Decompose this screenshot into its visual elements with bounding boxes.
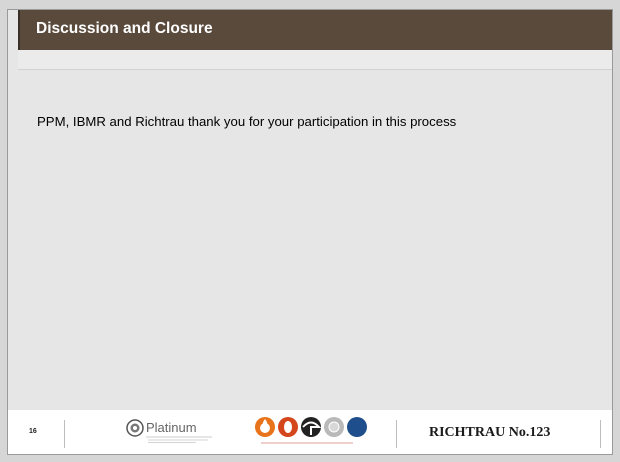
platinum-logo-text: Platinum [146, 420, 197, 435]
slide: Discussion and Closure PPM, IBMR and Ric… [7, 9, 613, 455]
platinum-group-logo-icon: Platinum [126, 419, 212, 443]
body-text: PPM, IBMR and Richtrau thank you for you… [37, 114, 457, 129]
footer-divider [396, 420, 397, 448]
title-separator [18, 50, 612, 70]
title-bar: Discussion and Closure [18, 10, 612, 50]
footer-divider [600, 420, 601, 448]
footer: 16 Platinum RICHTRAU No.123 [8, 410, 612, 454]
partner-logos-icon [255, 417, 367, 444]
page-number: 16 [29, 428, 37, 435]
brand-text: RICHTRAU No.123 [429, 425, 551, 440]
footer-divider [64, 420, 65, 448]
slide-title: Discussion and Closure [36, 20, 213, 37]
